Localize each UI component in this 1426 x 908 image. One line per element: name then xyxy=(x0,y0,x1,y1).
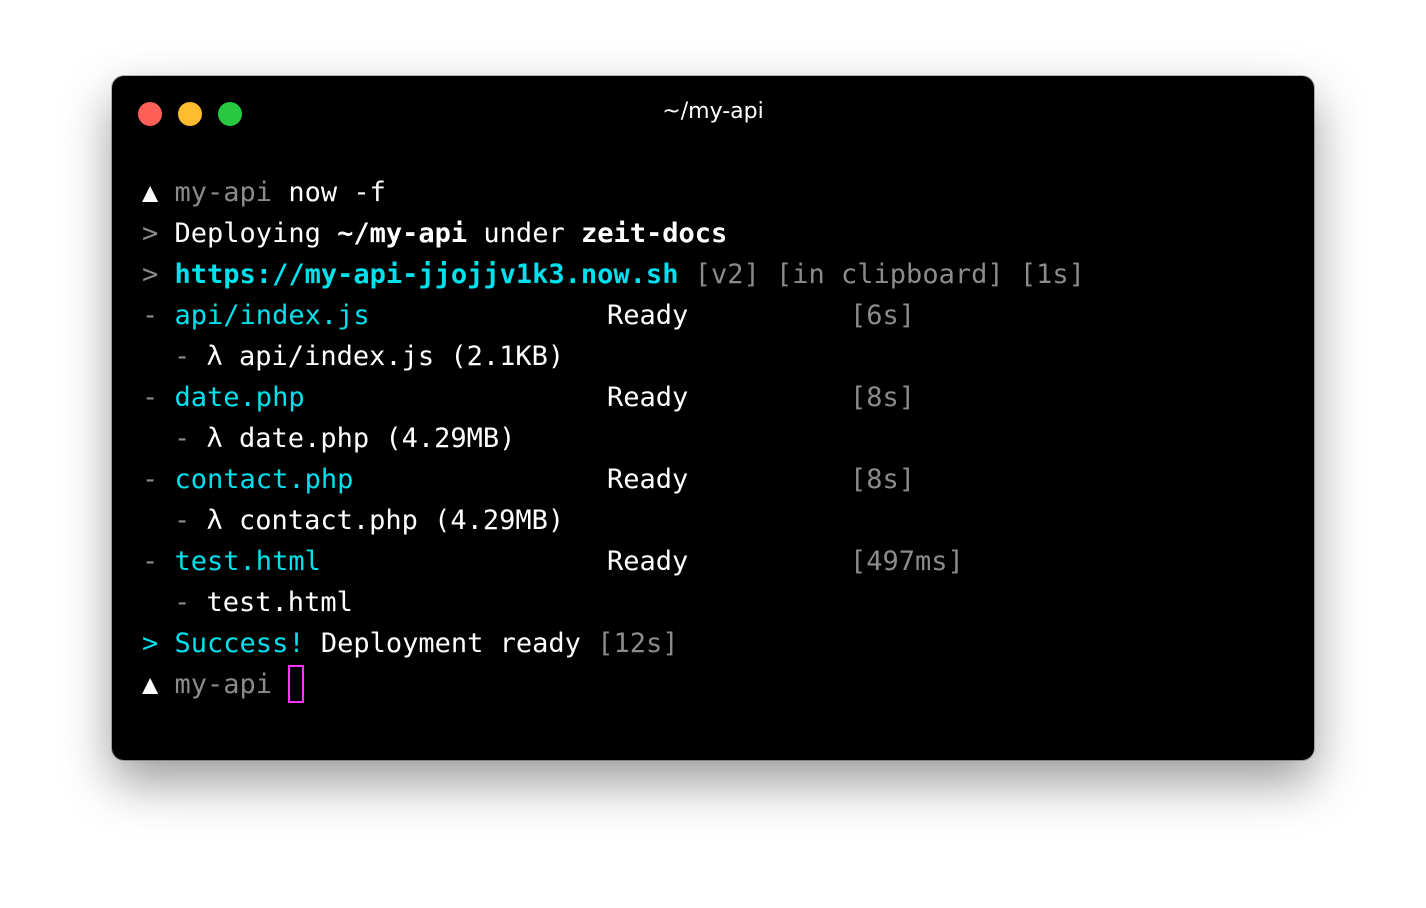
team-name: zeit-docs xyxy=(580,218,728,249)
text-cursor[interactable] xyxy=(288,664,305,703)
deploy-path: ~/my-api xyxy=(337,218,468,249)
command-line: ▲ my-api now -f xyxy=(142,172,1085,213)
build-file: test.html xyxy=(174,546,321,577)
window-title: ~/my-api xyxy=(662,99,764,124)
build-output-row: - test.html xyxy=(142,582,1085,623)
command-text: now -f xyxy=(288,177,386,208)
build-time: [8s] xyxy=(850,464,916,495)
build-status: Ready xyxy=(607,464,689,495)
output-marker: > xyxy=(142,259,159,290)
build-time: [8s] xyxy=(850,382,916,413)
success-message: Deployment ready xyxy=(320,628,581,659)
build-output: λ date.php (4.29MB) xyxy=(206,423,516,454)
clipboard-tag: [in clipboard] xyxy=(776,259,1004,290)
success-marker: > xyxy=(142,628,159,659)
deployment-url[interactable]: https://my-api-jjojjv1k3.now.sh xyxy=(175,259,679,290)
build-status: Ready xyxy=(607,300,689,331)
build-output: λ api/index.js (2.1KB) xyxy=(206,341,565,372)
build-time: [6s] xyxy=(850,300,916,331)
prompt-triangle-icon: ▲ xyxy=(142,177,159,208)
title-bar[interactable]: ~/my-api xyxy=(112,76,1314,152)
deploying-word: Deploying xyxy=(174,218,321,249)
build-time: [497ms] xyxy=(850,546,964,577)
build-row: - api/index.js Ready [6s] xyxy=(142,295,1085,336)
url-line: > https://my-api-jjojjv1k3.now.sh [v2] [… xyxy=(142,254,1085,295)
build-dash: - xyxy=(142,464,159,495)
url-time: [1s] xyxy=(1019,259,1085,290)
output-dash: - xyxy=(174,423,191,454)
under-word: under xyxy=(483,218,565,249)
prompt-triangle-icon: ▲ xyxy=(142,669,159,700)
build-dash: - xyxy=(142,546,159,577)
build-output-row: - λ date.php (4.29MB) xyxy=(142,418,1085,459)
build-row: - contact.php Ready [8s] xyxy=(142,459,1085,500)
version-tag: [v2] xyxy=(694,259,760,290)
terminal-window: ~/my-api ▲ my-api now -f > Deploying ~/m… xyxy=(112,76,1314,760)
build-output: λ contact.php (4.29MB) xyxy=(206,505,565,536)
output-dash: - xyxy=(174,587,191,618)
build-file: date.php xyxy=(174,382,305,413)
build-output: test.html xyxy=(206,587,353,618)
build-output-row: - λ api/index.js (2.1KB) xyxy=(142,336,1085,377)
build-status: Ready xyxy=(607,546,689,577)
success-line: > Success! Deployment ready [12s] xyxy=(142,623,1085,664)
build-dash: - xyxy=(142,382,159,413)
output-dash: - xyxy=(174,341,191,372)
output-marker: > xyxy=(142,218,159,249)
final-prompt-line[interactable]: ▲ my-api xyxy=(142,664,1085,705)
build-file: contact.php xyxy=(174,464,354,495)
prompt-dir: my-api xyxy=(174,669,273,700)
build-status: Ready xyxy=(607,382,689,413)
build-row: - test.html Ready [497ms] xyxy=(142,541,1085,582)
terminal-output[interactable]: ▲ my-api now -f > Deploying ~/my-api und… xyxy=(142,172,1085,705)
build-row: - date.php Ready [8s] xyxy=(142,377,1085,418)
build-dash: - xyxy=(142,300,159,331)
output-dash: - xyxy=(174,505,191,536)
success-time: [12s] xyxy=(597,628,679,659)
prompt-dir: my-api xyxy=(174,177,273,208)
deploying-line: > Deploying ~/my-api under zeit-docs xyxy=(142,213,1085,254)
build-file: api/index.js xyxy=(174,300,370,331)
success-word: Success! xyxy=(174,628,305,659)
build-output-row: - λ contact.php (4.29MB) xyxy=(142,500,1085,541)
